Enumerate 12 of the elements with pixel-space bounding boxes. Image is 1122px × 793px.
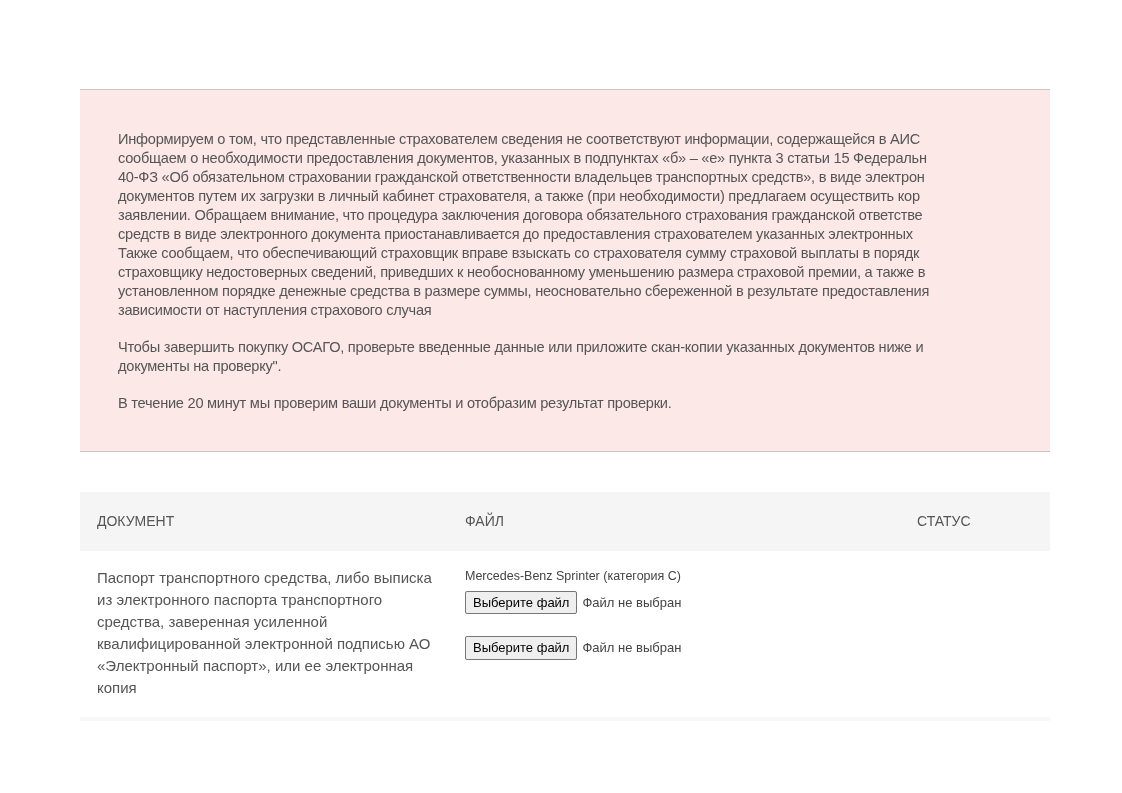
document-name: Паспорт транспортного средства, либо выписка из электронного паспорта транспортного средства, заверенная усиленной квалифицированной электронной подписью АО «Электронный паспорт», или ее электронная копия: [97, 568, 433, 698]
file-status: Файл не выбран: [582, 639, 682, 658]
column-header: СТАТУС: [917, 513, 971, 529]
notice-paragraph: Информируем о том, что представленные страхователем сведения не соответствуют информации, содержащейся в АИС сообщаем о необходимости предоставления документов, указанных в подпунктах «б» – «е» пункта 3 статьи 15 Федеральн 40-ФЗ «Об обязательном страховании гражданской ответственности владельцев транспортных средств», в виде электрон документов путем их загрузки в личный кабинет страхователя, а также (при необходимости) предлагаем осуществить кор заявлении. Обращаем внимание, что процедура заключения договора обязательного страхования гражданской ответстве средств в виде электронного документа приостанавливается до предоставления страхователем указанных электронных Также сообщаем, что обеспечивающий страховщик вправе взыскать со страхователя сумму страховой выплаты в порядк страховщику недостоверных сведений, приведших к необоснованному уменьшению размера страховой премии, а также в установленном порядке денежные средства в размере суммы, неосновательно сбереженной в результате предоставления зависимости от наступления страхового случая: [118, 130, 931, 320]
choose-file-button[interactable]: Выберите файл: [465, 590, 578, 615]
notice-paragraph: Чтобы завершить покупку ОСАГО, проверьте введенные данные или приложите скан-копии указанных документов ниже и документы на проверку".: [118, 338, 925, 376]
vehicle-label: Mercedes-Benz Sprinter (категория С): [465, 568, 682, 585]
column-header: ФАЙЛ: [465, 513, 504, 529]
column-header: ДОКУМЕНТ: [97, 513, 175, 529]
choose-file-button[interactable]: Выберите файл: [465, 636, 578, 660]
file-status: Файл не выбран: [582, 593, 682, 612]
notice-paragraph: В течение 20 минут мы проверим ваши документы и отобразим результат проверки.: [118, 394, 673, 413]
